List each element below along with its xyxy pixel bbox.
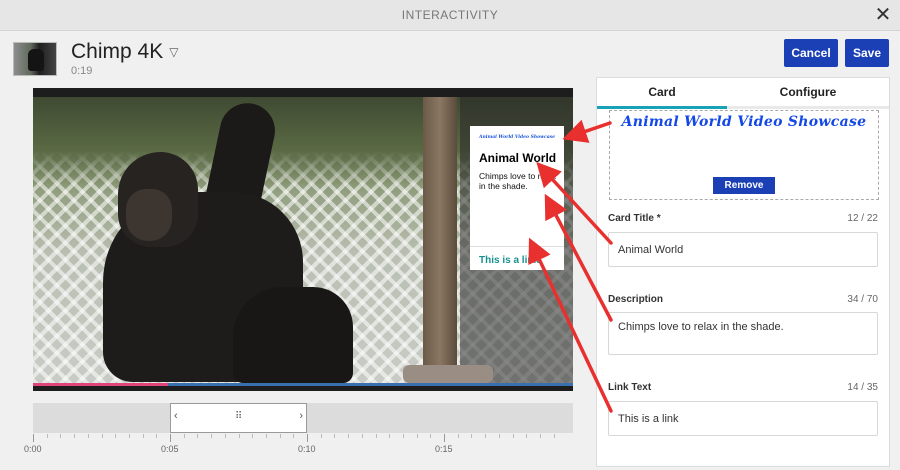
link-text-field[interactable] bbox=[608, 401, 878, 436]
modal-title-bar: INTERACTIVITY ✕ bbox=[0, 0, 900, 31]
timeline-tick bbox=[224, 434, 226, 438]
timeline-tick bbox=[307, 434, 308, 442]
remove-image-button[interactable]: Remove bbox=[713, 177, 775, 194]
chevron-left-icon[interactable]: ‹ bbox=[174, 410, 178, 422]
description-count: 34 / 70 bbox=[847, 294, 878, 305]
card-title-label: Card Title * bbox=[608, 213, 661, 224]
card-title-count: 12 / 22 bbox=[847, 213, 878, 224]
tab-card[interactable]: Card bbox=[597, 78, 727, 109]
link-text-count: 14 / 35 bbox=[847, 382, 878, 393]
timeline-tick bbox=[60, 434, 62, 438]
timeline-tick bbox=[211, 434, 213, 438]
description-field[interactable]: Chimps love to relax in the shade. bbox=[608, 312, 878, 355]
video-title: Chimp 4K bbox=[71, 40, 164, 63]
close-icon[interactable]: ✕ bbox=[872, 4, 894, 26]
timeline-label: 0:05 bbox=[161, 444, 179, 454]
timeline-tick bbox=[553, 434, 555, 438]
drag-grip-icon[interactable]: ⠿ bbox=[235, 411, 242, 422]
card-preview-description: Chimps love to relax in the shade. bbox=[479, 171, 557, 191]
modal-title: INTERACTIVITY bbox=[401, 8, 499, 22]
timeline-tick bbox=[457, 434, 459, 438]
card-preview-link[interactable]: This is a link bbox=[479, 255, 539, 266]
timeline-tick bbox=[334, 434, 336, 438]
description-label: Description bbox=[608, 294, 664, 305]
video-progress-bar[interactable] bbox=[33, 383, 573, 386]
timeline-tick bbox=[101, 434, 103, 438]
timeline-tick bbox=[128, 434, 130, 438]
timeline-tick bbox=[252, 434, 254, 438]
timeline-tick bbox=[498, 434, 500, 438]
save-button[interactable]: Save bbox=[845, 39, 889, 67]
video-duration: 0:19 bbox=[71, 65, 93, 77]
chevron-right-icon[interactable]: › bbox=[299, 410, 303, 422]
timeline-tick bbox=[87, 434, 89, 438]
timeline-tick bbox=[142, 434, 144, 438]
modal-body: Chimp 4K ▽ 0:19 Cancel Save Animal World … bbox=[0, 31, 900, 470]
timeline-tick bbox=[361, 434, 363, 438]
timeline-tick bbox=[156, 434, 158, 438]
card-logo-image: Animal World Video Showcase bbox=[478, 135, 556, 140]
timeline-tick bbox=[402, 434, 404, 438]
timeline-label: 0:15 bbox=[435, 444, 453, 454]
triangle-down-icon[interactable]: ▽ bbox=[169, 45, 178, 59]
card-overlay-preview: Animal World Video Showcase Animal World… bbox=[470, 126, 564, 270]
timeline-tick bbox=[46, 434, 48, 438]
card-image-logo: Animal World Video Showcase bbox=[621, 114, 867, 130]
timeline-tick bbox=[539, 434, 541, 438]
card-image-upload[interactable]: Animal World Video Showcase Remove bbox=[609, 110, 879, 200]
card-editor-panel: Card Configure Animal World Video Showca… bbox=[596, 77, 890, 467]
timeline-tick bbox=[526, 434, 528, 438]
video-thumbnail bbox=[13, 42, 57, 76]
timeline-tick bbox=[74, 434, 76, 438]
timeline-tick bbox=[33, 434, 34, 442]
timeline-tick bbox=[512, 434, 514, 438]
timeline-tick bbox=[444, 434, 445, 442]
card-preview-title: Animal World bbox=[479, 151, 557, 165]
timeline-ruler bbox=[33, 434, 573, 442]
timeline-tick bbox=[293, 434, 295, 438]
timeline-tick bbox=[389, 434, 391, 438]
timeline-tick bbox=[416, 434, 418, 438]
card-divider bbox=[470, 246, 564, 247]
timeline-tick bbox=[238, 434, 240, 438]
timeline-tick bbox=[183, 434, 185, 438]
card-title-field[interactable] bbox=[608, 232, 878, 267]
timeline-tick bbox=[471, 434, 473, 438]
card-time-range[interactable]: ‹ ⠿ › bbox=[170, 403, 307, 433]
timeline-tick bbox=[197, 434, 199, 438]
link-text-label: Link Text bbox=[608, 382, 652, 393]
timeline-tick bbox=[430, 434, 432, 438]
timeline-label: 0:00 bbox=[24, 444, 42, 454]
timeline-label: 0:10 bbox=[298, 444, 316, 454]
timeline-track[interactable]: ‹ ⠿ › bbox=[33, 403, 573, 433]
timeline-tick bbox=[265, 434, 267, 438]
timeline-tick bbox=[115, 434, 117, 438]
cancel-button[interactable]: Cancel bbox=[784, 39, 838, 67]
timeline-tick bbox=[170, 434, 171, 442]
tab-configure[interactable]: Configure bbox=[727, 78, 889, 109]
timeline-tick bbox=[279, 434, 281, 438]
video-title-row: Chimp 4K ▽ bbox=[71, 40, 178, 64]
timeline-tick bbox=[485, 434, 487, 438]
timeline-tick bbox=[375, 434, 377, 438]
timeline-tick bbox=[320, 434, 322, 438]
video-player[interactable]: Animal World Video Showcase Animal World… bbox=[33, 88, 573, 391]
timeline-tick bbox=[348, 434, 350, 438]
